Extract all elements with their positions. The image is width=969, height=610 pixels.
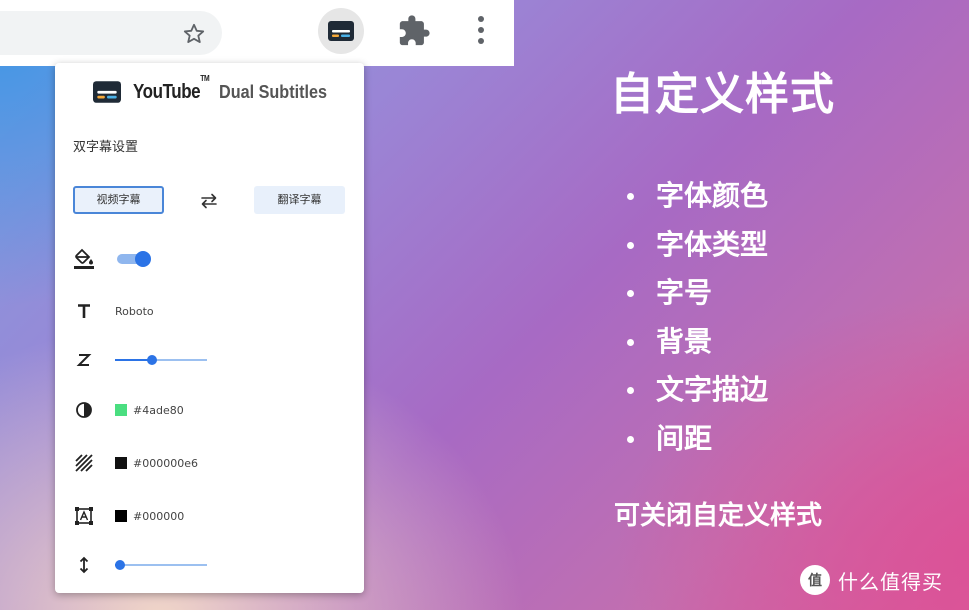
- vertical-arrows-icon: [73, 554, 95, 576]
- feature-item: 字体颜色: [622, 176, 768, 225]
- watermark: 值 什么值得买: [800, 565, 943, 595]
- feature-item: 背景: [622, 322, 768, 371]
- video-subtitle-tab[interactable]: 视频字幕: [73, 186, 164, 214]
- section-title: 双字幕设置: [73, 140, 139, 155]
- dual-subtitles-extension-button[interactable]: [318, 8, 364, 54]
- text-color-swatch[interactable]: [115, 404, 127, 416]
- feature-item: 间距: [622, 419, 768, 468]
- youtube-wordmark: YouTubeTM: [133, 73, 210, 103]
- font-family-row: Roboto: [73, 299, 154, 323]
- font-size-slider[interactable]: [115, 353, 207, 367]
- format-color-fill-icon: [73, 248, 95, 270]
- star-icon[interactable]: [182, 22, 206, 46]
- background-row: #000000e6: [73, 451, 198, 475]
- custom-style-row: [73, 247, 151, 271]
- custom-style-toggle[interactable]: [115, 251, 151, 267]
- svg-text:值: 值: [808, 572, 822, 589]
- feature-item: 字号: [622, 273, 768, 322]
- background-color-value: #000000e6: [133, 456, 198, 470]
- contrast-icon: [73, 399, 95, 421]
- dual-subtitles-logo-icon: [93, 81, 121, 103]
- dual-subtitles-icon: [328, 21, 354, 41]
- background-color-swatch[interactable]: [115, 457, 127, 469]
- extension-popup: YouTubeTM Dual Subtitles 双字幕设置 视频字幕 翻译字幕…: [55, 63, 364, 593]
- brand-subtitle: Dual Subtitles: [218, 81, 327, 102]
- spacing-row: [73, 553, 207, 577]
- swap-icon[interactable]: [198, 191, 220, 211]
- brand-header: YouTubeTM Dual Subtitles: [93, 73, 339, 107]
- promo-headline: 自定义样式: [610, 69, 835, 120]
- watermark-text: 什么值得买: [838, 569, 943, 594]
- puzzle-icon[interactable]: [397, 14, 431, 48]
- font-size-row: [73, 348, 207, 372]
- text-outline-icon: [73, 505, 95, 527]
- browser-toolbar: [0, 0, 514, 66]
- promo-closable-note: 可关闭自定义样式: [614, 501, 823, 531]
- feature-item: 文字描边: [622, 370, 768, 419]
- outline-color-value: #000000: [133, 509, 185, 523]
- text-color-row: #4ade80: [73, 398, 184, 422]
- outline-color-swatch[interactable]: [115, 510, 127, 522]
- spacing-slider[interactable]: [114, 558, 207, 572]
- feature-list: 字体颜色 字体类型 字号 背景 文字描边 间距: [622, 176, 768, 467]
- text-color-value: #4ade80: [133, 403, 184, 417]
- outline-row: #000000: [73, 504, 184, 528]
- smzdm-logo-icon: 值: [800, 565, 830, 595]
- more-vert-icon[interactable]: [475, 13, 487, 49]
- translated-subtitle-tab[interactable]: 翻译字幕: [254, 186, 345, 214]
- font-family-value[interactable]: Roboto: [115, 305, 154, 318]
- hatch-icon: [73, 452, 95, 474]
- font-size-z-icon: [73, 349, 95, 371]
- text-t-icon: [73, 300, 95, 322]
- feature-item: 字体类型: [622, 225, 768, 274]
